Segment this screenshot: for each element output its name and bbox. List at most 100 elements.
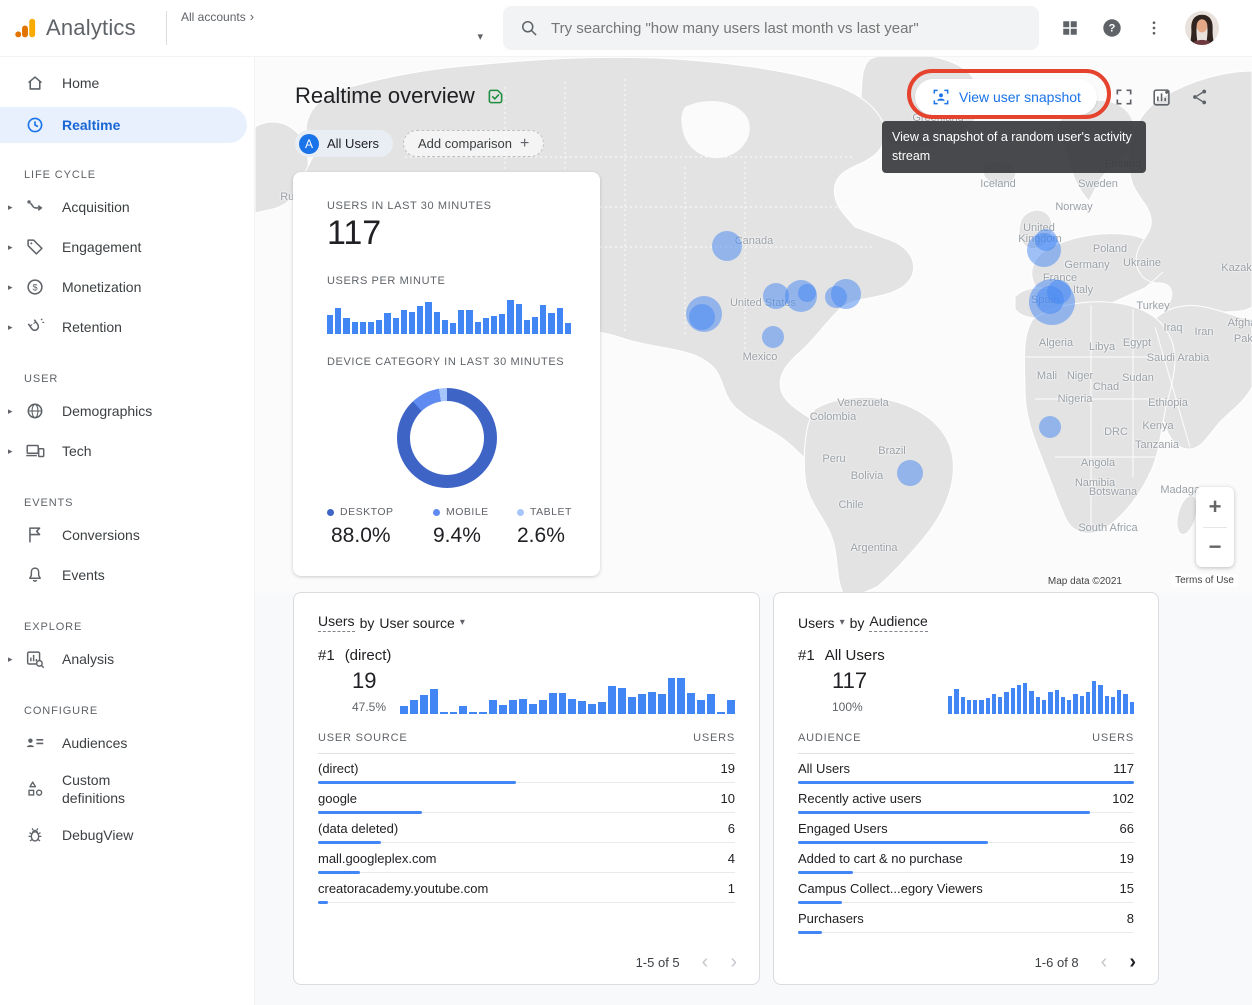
audience-table: All Users 117 Recently active users 102	[798, 754, 1134, 934]
table-row[interactable]: creatoracademy.youtube.com 1	[318, 874, 735, 904]
row-value: 19	[1120, 851, 1134, 866]
table-row[interactable]: Engaged Users 66	[798, 814, 1134, 844]
dimension-column-header[interactable]: AUDIENCE	[798, 732, 861, 744]
share-icon[interactable]	[1190, 87, 1210, 107]
next-page-icon[interactable]: ›	[730, 952, 737, 972]
sidebar-item-acquisition[interactable]: ▸ Acquisition	[0, 187, 254, 227]
account-picker[interactable]: All accounts › ▾	[167, 0, 497, 56]
row-label: Engaged Users	[798, 821, 888, 836]
dimension-selector[interactable]: Audience	[869, 613, 927, 632]
spark-bar	[519, 699, 527, 714]
sidebar-item-events[interactable]: Events	[0, 555, 254, 595]
sidebar-item-label: Realtime	[62, 117, 120, 133]
expand-arrow-icon[interactable]: ▸	[8, 322, 13, 333]
users-column-header[interactable]: USERS	[1092, 732, 1134, 744]
table-row[interactable]: Campus Collect...egory Viewers 15	[798, 874, 1134, 904]
sidebar-item-audiences[interactable]: Audiences	[0, 723, 254, 763]
breadcrumb[interactable]: All accounts ›	[181, 9, 497, 24]
more-menu-icon[interactable]	[1145, 18, 1163, 38]
spark-bar	[1061, 697, 1065, 714]
expand-arrow-icon[interactable]: ▸	[8, 654, 13, 665]
prev-page-icon[interactable]: ‹	[1101, 952, 1108, 972]
sidebar-item-realtime[interactable]: Realtime	[0, 107, 247, 143]
sidebar-item-debugview[interactable]: DebugView	[0, 815, 254, 855]
spark-bar	[549, 693, 557, 714]
minute-bar	[327, 315, 333, 334]
dimension-column-header[interactable]: USER SOURCE	[318, 732, 407, 744]
expand-arrow-icon[interactable]: ▸	[8, 242, 13, 253]
sidebar-item-conversions[interactable]: Conversions	[0, 515, 254, 555]
map-country-label: Nigeria	[1058, 393, 1093, 405]
chevron-down-icon[interactable]: ▾	[840, 617, 845, 628]
dimension-selector[interactable]: User source	[379, 615, 454, 631]
account-caret-icon[interactable]: ▾	[477, 30, 483, 43]
spark-bar	[440, 712, 448, 714]
minute-bar	[384, 313, 390, 334]
sidebar-item-monetization[interactable]: ▸ $ Monetization	[0, 267, 254, 307]
sidebar-item-label: Monetization	[62, 279, 141, 295]
expand-arrow-icon[interactable]: ▸	[8, 406, 13, 417]
sidebar-item-tech[interactable]: ▸ Tech	[0, 431, 254, 471]
expand-arrow-icon[interactable]: ▸	[8, 282, 13, 293]
table-row[interactable]: All Users 117	[798, 754, 1134, 784]
users-column-header[interactable]: USERS	[693, 732, 735, 744]
device-donut[interactable]	[397, 388, 497, 488]
header-icons: ?	[1061, 11, 1219, 45]
help-icon[interactable]: ?	[1101, 17, 1123, 39]
next-page-icon[interactable]: ›	[1129, 952, 1136, 972]
spark-bar	[1011, 688, 1015, 714]
spark-bar	[608, 686, 616, 714]
metric-selector[interactable]: Users	[318, 613, 355, 632]
avatar[interactable]	[1185, 11, 1219, 45]
sidebar-item-engagement[interactable]: ▸ Engagement	[0, 227, 254, 267]
map-country-label: Mexico	[743, 351, 778, 363]
sidebar-item-label: Tech	[62, 443, 92, 459]
page-actions: View user snapshot	[915, 79, 1210, 115]
source-table: (direct) 19 google 10 (data deleted)	[318, 754, 735, 904]
map-country-label: Argentina	[850, 542, 897, 554]
zoom-in-button[interactable]: +	[1196, 487, 1234, 527]
search-input[interactable]	[551, 20, 1011, 37]
sidebar-item-demographics[interactable]: ▸ Demographics	[0, 391, 254, 431]
spark-bar	[459, 706, 467, 714]
expand-arrow-icon[interactable]: ▸	[8, 446, 13, 457]
user-location-bubble	[825, 286, 847, 308]
analytics-logo[interactable]: Analytics	[0, 15, 166, 41]
users-per-minute-chart[interactable]	[327, 298, 571, 334]
expand-arrow-icon[interactable]: ▸	[8, 202, 13, 213]
metric-selector[interactable]: Users	[798, 615, 835, 631]
sidebar-item-custom-definitions[interactable]: Custom definitions	[0, 763, 254, 815]
table-row[interactable]: (data deleted) 6	[318, 814, 735, 844]
sidebar-item-retention[interactable]: ▸ Retention	[0, 307, 254, 347]
table-row[interactable]: (direct) 19	[318, 754, 735, 784]
map-terms-link[interactable]: Terms of Use	[1171, 574, 1238, 587]
spark-bar	[648, 692, 656, 714]
spark-bar	[697, 700, 705, 714]
all-users-chip[interactable]: A All Users	[295, 130, 393, 157]
table-row[interactable]: Purchasers 8	[798, 904, 1134, 934]
insights-icon[interactable]	[1151, 86, 1173, 108]
card-title: Users ▾ by Audience	[798, 613, 1134, 632]
table-row[interactable]: Added to cart & no purchase 19	[798, 844, 1134, 874]
spark-bar	[687, 693, 695, 714]
map-country-label: Sudan	[1122, 372, 1154, 384]
table-row[interactable]: mall.googleplex.com 4	[318, 844, 735, 874]
table-row[interactable]: Recently active users 102	[798, 784, 1134, 814]
source-sparkline-chart[interactable]	[400, 668, 735, 714]
prev-page-icon[interactable]: ‹	[702, 952, 709, 972]
view-user-snapshot-button[interactable]: View user snapshot	[915, 79, 1097, 115]
data-quality-icon[interactable]	[485, 86, 506, 107]
map-country-label: Kazakhstan	[1221, 262, 1252, 274]
sidebar-item-home[interactable]: Home	[0, 63, 254, 103]
sidebar-item-analysis[interactable]: ▸ Analysis	[0, 639, 254, 679]
global-search[interactable]	[503, 6, 1039, 50]
map-country-label: DRC	[1104, 426, 1128, 438]
table-row[interactable]: google 10	[318, 784, 735, 814]
diagnostics-grid-icon[interactable]	[1061, 19, 1079, 37]
zoom-out-button[interactable]: −	[1196, 527, 1234, 567]
chevron-down-icon[interactable]: ▾	[460, 617, 465, 628]
audience-sparkline-chart[interactable]	[948, 668, 1134, 714]
svg-text:$: $	[32, 283, 37, 293]
add-comparison-chip[interactable]: Add comparison +	[403, 130, 544, 157]
fullscreen-icon[interactable]	[1114, 87, 1134, 107]
